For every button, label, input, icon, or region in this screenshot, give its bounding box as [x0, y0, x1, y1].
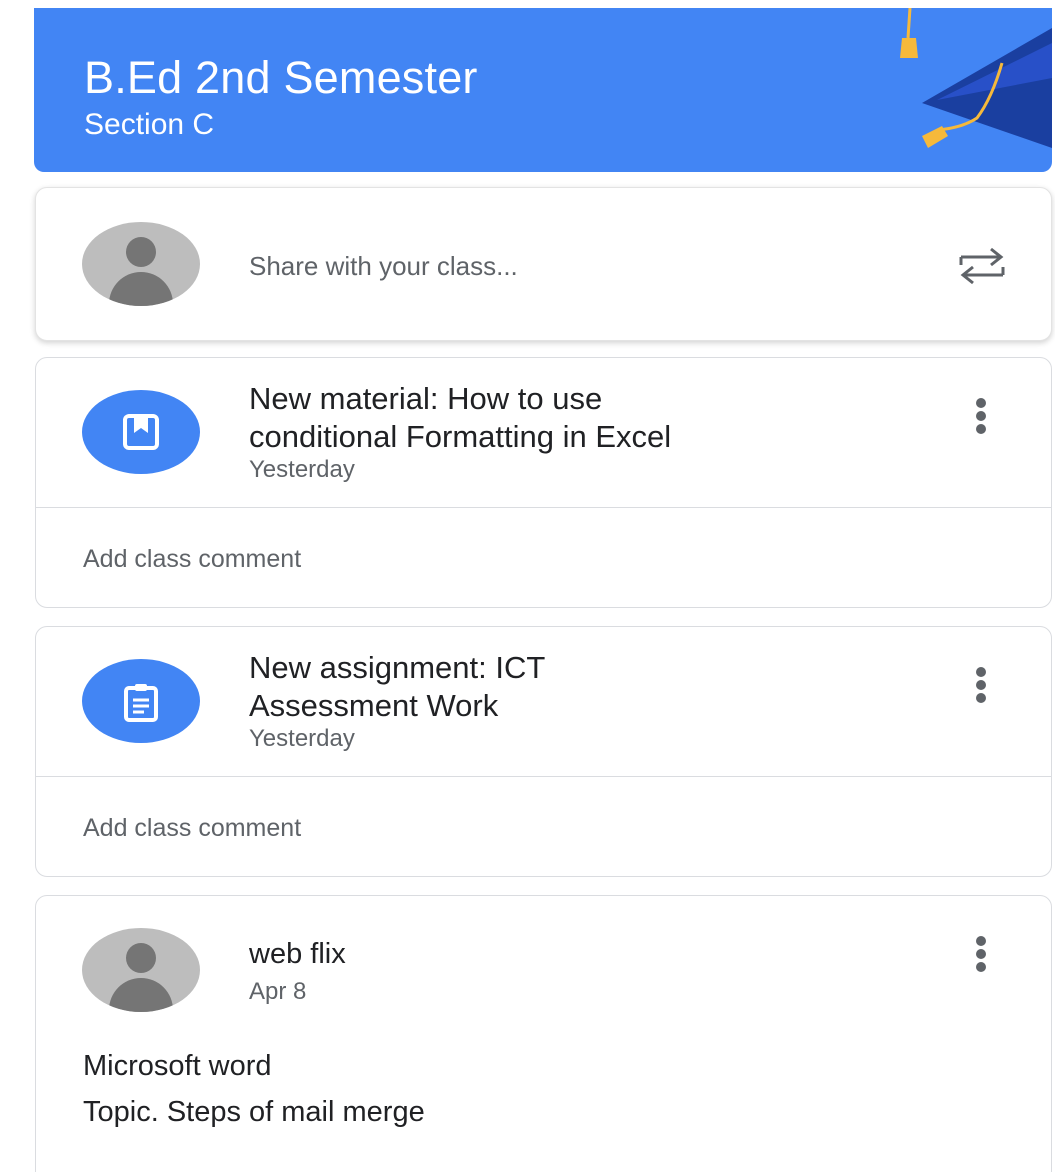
share-card[interactable]: Share with your class... — [35, 187, 1052, 341]
post-date: Apr 8 — [249, 978, 307, 1005]
divider — [36, 507, 1051, 508]
class-banner[interactable]: B.Ed 2nd Semester Section C — [34, 8, 1052, 172]
graduation-cap-illustration — [900, 8, 1052, 148]
stream-item-material[interactable]: New material: How to use conditional For… — [35, 357, 1052, 608]
more-options-icon[interactable] — [971, 667, 991, 707]
author-avatar — [82, 928, 200, 1012]
stream-item-announcement[interactable]: web flix Apr 8 Microsoft word Topic. Ste… — [35, 895, 1052, 1172]
post-time: Yesterday — [249, 456, 355, 483]
more-options-icon[interactable] — [971, 398, 991, 438]
more-options-icon[interactable] — [971, 936, 991, 976]
announcement-text: Microsoft word — [83, 1050, 272, 1082]
share-input[interactable]: Share with your class... — [249, 251, 518, 282]
assignment-icon — [82, 659, 200, 743]
post-title[interactable]: New assignment: ICT Assessment Work — [249, 649, 929, 725]
class-title: B.Ed 2nd Semester — [84, 52, 478, 103]
user-avatar — [82, 222, 200, 306]
class-section: Section C — [84, 108, 215, 141]
post-title[interactable]: New material: How to use conditional For… — [249, 380, 929, 456]
author-name: web flix — [249, 938, 346, 970]
bookmark-icon — [82, 390, 200, 474]
post-time: Yesterday — [249, 725, 355, 752]
add-class-comment[interactable]: Add class comment — [83, 814, 301, 843]
stream-item-assignment[interactable]: New assignment: ICT Assessment Work Yest… — [35, 626, 1052, 877]
announcement-text: Topic. Steps of mail merge — [83, 1096, 425, 1128]
repost-icon[interactable] — [955, 243, 1009, 287]
divider — [36, 776, 1051, 777]
add-class-comment[interactable]: Add class comment — [83, 545, 301, 574]
classroom-stream: B.Ed 2nd Semester Section C Share with y… — [0, 0, 1055, 1172]
